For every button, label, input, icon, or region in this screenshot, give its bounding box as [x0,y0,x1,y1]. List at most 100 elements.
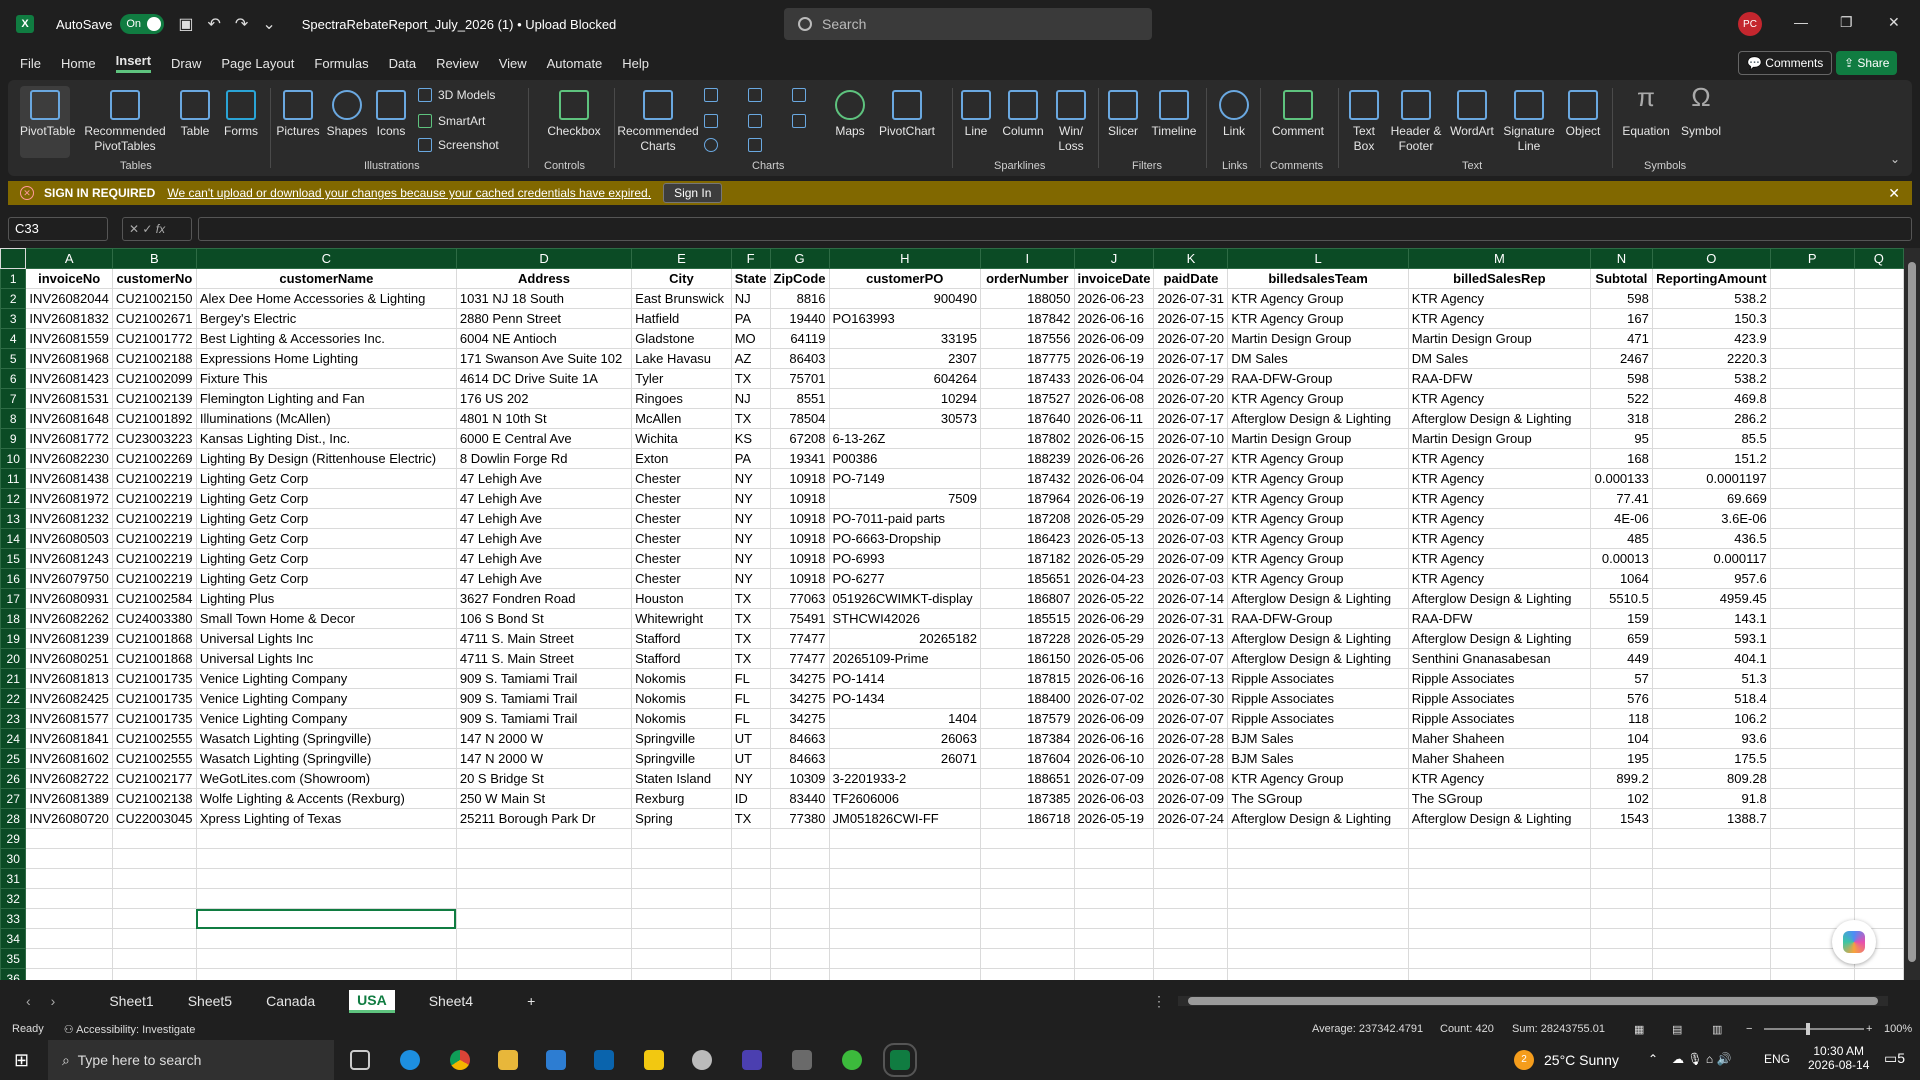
cell[interactable]: 8551 [769,388,830,409]
column-header-l[interactable]: L [1227,248,1409,269]
cell[interactable]: 51.3 [1651,668,1771,689]
cell[interactable]: 2026-07-14 [1153,588,1229,609]
cell[interactable] [828,908,982,929]
cell[interactable] [25,928,113,949]
cell[interactable]: Universal Lights Inc [195,648,457,669]
cell[interactable]: 77477 [769,628,830,649]
cell[interactable]: INV26081813 [25,668,113,689]
cell[interactable] [1853,688,1904,709]
cell[interactable] [980,948,1075,969]
cell[interactable] [195,868,457,889]
sign-in-button[interactable]: Sign In [663,183,723,203]
cell[interactable]: Alex Dee Home Accessories & Lighting [195,288,457,309]
row-header[interactable]: 21 [0,668,27,689]
cell[interactable]: Nokomis [631,688,732,709]
cell[interactable]: Martin Design Group [1407,428,1591,449]
cell[interactable]: Subtotal [1589,268,1653,289]
row-header[interactable]: 3 [0,308,27,329]
cell[interactable]: INV26082425 [25,688,113,709]
cell[interactable] [1769,828,1855,849]
tab-home[interactable]: Home [61,56,96,71]
cell[interactable]: 051926CWIMKT-display [828,588,982,609]
cell[interactable] [1073,848,1155,869]
cell[interactable]: INV26081531 [25,388,113,409]
forms-button[interactable]: Forms [218,90,264,139]
cell[interactable]: KTR Agency [1407,568,1591,589]
cell[interactable]: 171 Swanson Ave Suite 102 [455,348,633,369]
tab-splitter-icon[interactable]: ⋮ [1152,993,1166,1010]
cell[interactable]: CU21001735 [111,668,197,689]
cell[interactable] [1853,308,1904,329]
cell[interactable]: 469.8 [1651,388,1771,409]
cell[interactable]: 538.2 [1651,368,1771,389]
cell[interactable]: NY [730,508,771,529]
cell[interactable] [1073,928,1155,949]
column-header-o[interactable]: O [1651,248,1771,269]
customize-qat-icon[interactable]: ⌄ [262,14,275,34]
cell[interactable] [1853,408,1904,429]
cell[interactable]: 2220.3 [1651,348,1771,369]
cell[interactable] [1853,388,1904,409]
cell[interactable]: 4801 N 10th St [455,408,633,429]
cell[interactable]: Xpress Lighting of Texas [195,808,457,829]
cell[interactable]: TX [730,608,771,629]
cell[interactable]: Chester [631,468,732,489]
cell[interactable] [828,968,982,980]
cell[interactable] [1073,908,1155,929]
column-header-p[interactable]: P [1769,248,1855,269]
row-header[interactable]: 17 [0,588,27,609]
cell[interactable]: Wasatch Lighting (Springville) [195,748,457,769]
cell[interactable]: Houston [631,588,732,609]
cell[interactable]: 30573 [828,408,982,429]
column-header-b[interactable]: B [111,248,197,269]
cell[interactable]: INV26081239 [25,628,113,649]
cell[interactable]: 186423 [980,528,1075,549]
tab-data[interactable]: Data [389,56,416,71]
cell[interactable]: 86403 [769,348,830,369]
cell[interactable]: TF2606006 [828,788,982,809]
cell[interactable]: CU21002671 [111,308,197,329]
cell[interactable] [1853,568,1904,589]
cell[interactable] [1407,948,1591,969]
cell[interactable] [1769,468,1855,489]
cell[interactable] [1589,848,1653,869]
cell[interactable]: 2880 Penn Street [455,308,633,329]
statistic-chart-button[interactable] [748,114,768,128]
cell[interactable]: FL [730,668,771,689]
cell[interactable]: 1031 NJ 18 South [455,288,633,309]
cell[interactable]: 2026-07-28 [1153,728,1229,749]
cell[interactable]: Lighting Getz Corp [195,488,457,509]
cell[interactable] [1853,708,1904,729]
row-header[interactable]: 23 [0,708,27,729]
cell[interactable] [1853,508,1904,529]
cell[interactable]: Nokomis [631,708,732,729]
cell[interactable]: 77477 [769,648,830,669]
tab-draw[interactable]: Draw [171,56,201,71]
cell[interactable]: 2026-05-22 [1073,588,1155,609]
pie-chart-button[interactable] [704,138,724,152]
cell[interactable]: 69.669 [1651,488,1771,509]
cell[interactable] [631,828,732,849]
cell[interactable]: KTR Agency Group [1227,448,1409,469]
cell[interactable] [195,948,457,969]
cell[interactable] [730,848,771,869]
tray-icons[interactable]: ☁ 🎙 ⌂ 🔊 [1672,1052,1731,1066]
cell[interactable]: Chester [631,528,732,549]
row-header[interactable]: 18 [0,608,27,629]
cell[interactable]: AZ [730,348,771,369]
cell[interactable]: The SGroup [1407,788,1591,809]
pivottable-button[interactable]: PivotTable [20,86,75,158]
cell[interactable]: Lake Havasu [631,348,732,369]
cell[interactable]: CU21002138 [111,788,197,809]
sheet-tab-sheet4[interactable]: Sheet4 [429,993,473,1009]
cell[interactable]: Ripple Associates [1407,708,1591,729]
row-header[interactable]: 22 [0,688,27,709]
cell[interactable]: 2026-07-09 [1153,508,1229,529]
object-button[interactable]: Object [1560,90,1606,139]
select-all-corner[interactable] [0,248,27,269]
cell[interactable]: Afterglow Design & Lighting [1407,628,1591,649]
cell[interactable]: 2026-06-29 [1073,608,1155,629]
row-header[interactable]: 1 [0,268,27,289]
cell[interactable] [1853,968,1904,980]
cell[interactable]: Ripple Associates [1407,668,1591,689]
